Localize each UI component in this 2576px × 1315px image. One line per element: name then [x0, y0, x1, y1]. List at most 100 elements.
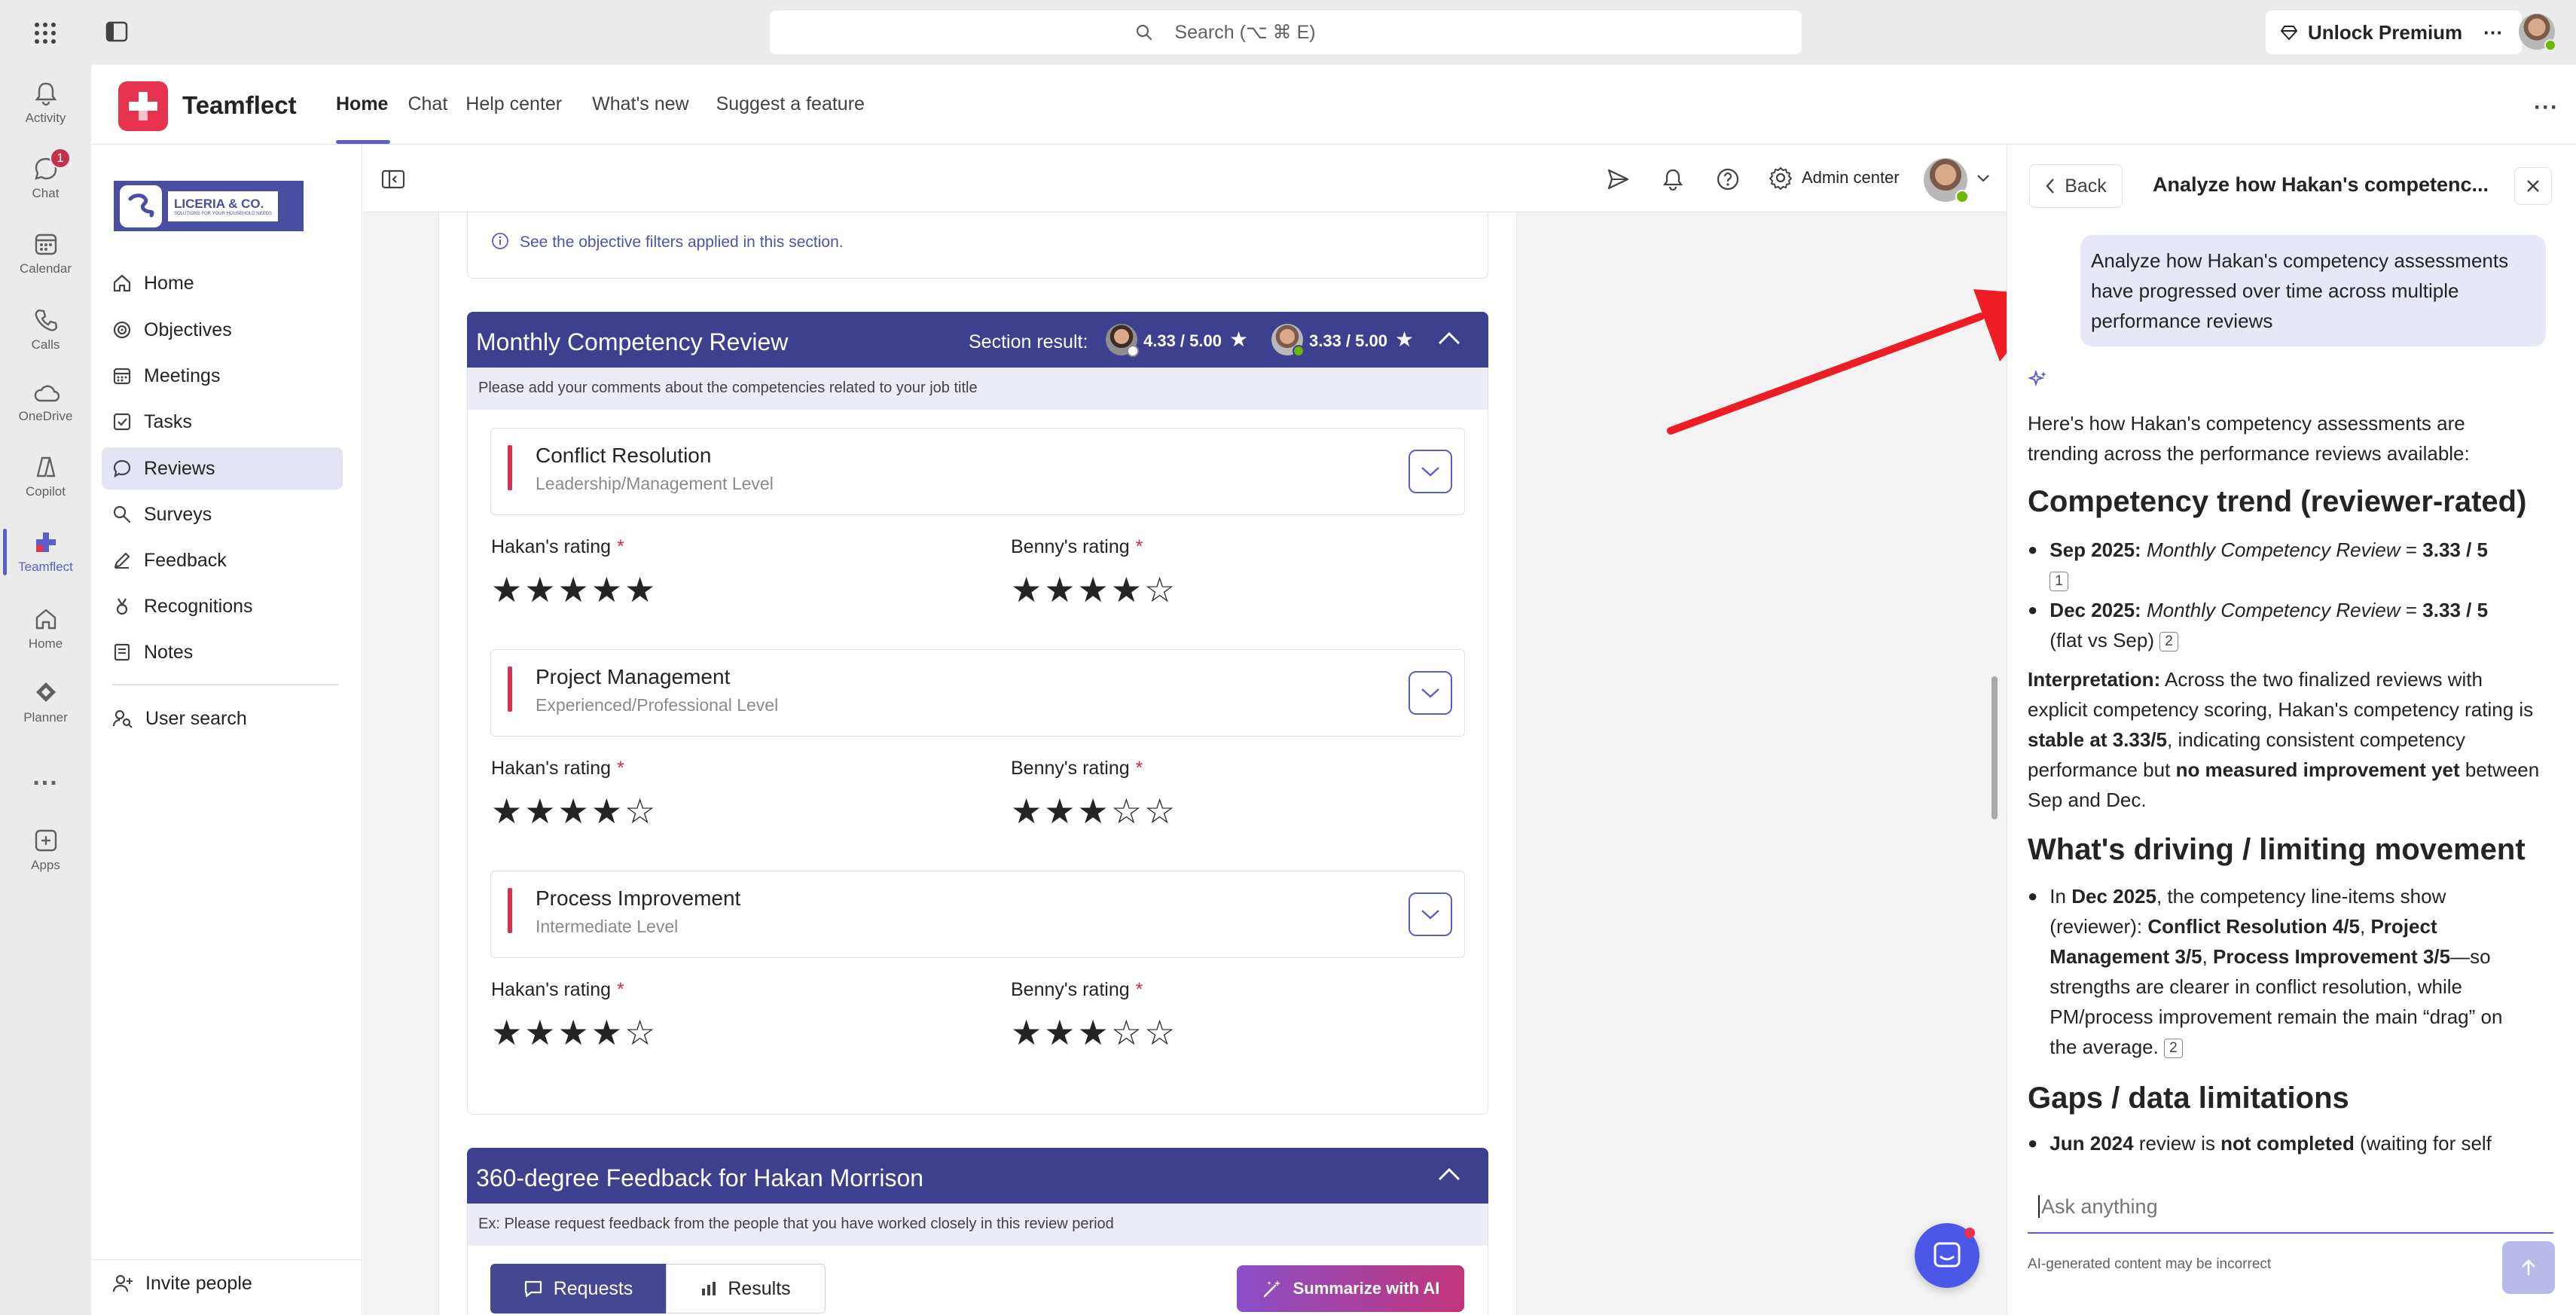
star-filled-icon[interactable]: ★ — [1044, 1012, 1075, 1053]
content-scrollbar[interactable] — [1992, 676, 1998, 819]
competency-card[interactable]: Process Improvement Intermediate Level — [490, 871, 1465, 958]
rail-item-calls[interactable]: Calls — [0, 296, 91, 364]
star-empty-icon[interactable]: ☆ — [1111, 791, 1142, 831]
expand-button[interactable] — [1409, 892, 1452, 936]
sidebar-item-objectives[interactable]: Objectives — [102, 309, 343, 351]
star-empty-icon[interactable]: ☆ — [1144, 569, 1175, 610]
star-filled-icon[interactable]: ★ — [524, 569, 555, 610]
app-launcher-icon[interactable] — [33, 21, 57, 45]
rail-item-chat[interactable]: Chat 1 — [0, 145, 91, 212]
star-filled-icon[interactable]: ★ — [591, 791, 622, 831]
star-filled-icon[interactable]: ★ — [491, 1012, 522, 1053]
ask-input-box[interactable] — [2028, 1181, 2553, 1234]
planner-icon — [35, 682, 56, 702]
star-filled-icon[interactable]: ★ — [1078, 569, 1109, 610]
rail-item-apps[interactable]: Apps — [0, 816, 91, 884]
collapse-section-icon[interactable] — [1437, 330, 1461, 346]
user-avatar[interactable] — [2519, 14, 2556, 51]
star-empty-icon[interactable]: ☆ — [1144, 1012, 1175, 1053]
star-filled-icon[interactable]: ★ — [558, 791, 589, 831]
invite-people-button[interactable]: Invite people — [102, 1262, 343, 1304]
star-filled-icon[interactable]: ★ — [1078, 791, 1109, 831]
results-tab[interactable]: Results — [666, 1264, 826, 1313]
star-filled-icon[interactable]: ★ — [1011, 791, 1042, 831]
notifications-icon[interactable] — [1662, 167, 1684, 191]
rail-item-teamflect[interactable]: Teamflect — [0, 518, 91, 586]
objective-filter-link[interactable]: See the objective filters applied in thi… — [520, 233, 844, 252]
star-filled-icon[interactable]: ★ — [624, 569, 655, 610]
sidebar-item-meetings[interactable]: Meetings — [102, 355, 343, 397]
sidebar-item-recognitions[interactable]: Recognitions — [102, 585, 343, 627]
star-filled-icon[interactable]: ★ — [1011, 569, 1042, 610]
star-empty-icon[interactable]: ☆ — [1144, 791, 1175, 831]
tab-home[interactable]: Home — [336, 93, 388, 115]
rail-item-onedrive[interactable]: OneDrive — [0, 369, 91, 437]
competency-card[interactable]: Project Management Experienced/Professio… — [490, 649, 1465, 737]
citation[interactable]: 1 — [2050, 572, 2068, 592]
chevron-down-icon[interactable] — [1976, 173, 1990, 184]
star-filled-icon[interactable]: ★ — [1044, 791, 1075, 831]
star-filled-icon[interactable]: ★ — [524, 791, 555, 831]
star-filled-icon[interactable]: ★ — [1111, 569, 1142, 610]
star-rating[interactable]: ★★★★☆ — [491, 1012, 658, 1053]
collapse-sidebar-icon[interactable] — [381, 169, 405, 190]
star-empty-icon[interactable]: ☆ — [624, 791, 655, 831]
star-rating[interactable]: ★★★★★ — [491, 569, 658, 610]
star-filled-icon[interactable]: ★ — [491, 569, 522, 610]
competency-card[interactable]: Conflict Resolution Leadership/Managemen… — [490, 428, 1465, 515]
send-icon[interactable] — [1606, 167, 1630, 191]
star-rating[interactable]: ★★★★☆ — [1011, 569, 1177, 610]
star-rating[interactable]: ★★★☆☆ — [1011, 1012, 1177, 1053]
summarize-with-ai-button[interactable]: Summarize with AI — [1237, 1265, 1464, 1312]
star-empty-icon[interactable]: ☆ — [1111, 1012, 1142, 1053]
sidebar-item-tasks[interactable]: Tasks — [102, 401, 343, 443]
star-empty-icon[interactable]: ☆ — [624, 1012, 655, 1053]
admin-center-button[interactable]: Admin center — [1769, 166, 1900, 190]
citation[interactable]: 2 — [2164, 1039, 2183, 1059]
send-message-button[interactable] — [2502, 1241, 2555, 1294]
tab-suggest-feature[interactable]: Suggest a feature — [716, 93, 865, 115]
rail-item-planner[interactable]: Planner — [0, 669, 91, 737]
tab-whats-new[interactable]: What's new — [592, 93, 688, 115]
star-rating[interactable]: ★★★★☆ — [491, 791, 658, 831]
support-chat-button[interactable] — [1915, 1223, 1979, 1288]
star-filled-icon[interactable]: ★ — [491, 791, 522, 831]
star-filled-icon[interactable]: ★ — [591, 1012, 622, 1053]
close-panel-button[interactable] — [2514, 167, 2552, 205]
help-icon[interactable] — [1716, 167, 1740, 191]
sidebar-item-reviews[interactable]: Reviews — [102, 447, 343, 490]
star-filled-icon[interactable]: ★ — [558, 569, 589, 610]
star-filled-icon[interactable]: ★ — [1078, 1012, 1109, 1053]
star-rating[interactable]: ★★★☆☆ — [1011, 791, 1177, 831]
requests-tab[interactable]: Requests — [490, 1264, 666, 1313]
star-filled-icon[interactable]: ★ — [1011, 1012, 1042, 1053]
more-icon[interactable]: ··· — [2483, 21, 2503, 44]
ask-input[interactable] — [2041, 1194, 2493, 1219]
more-options-icon[interactable]: ··· — [2534, 95, 2559, 121]
unlock-premium-button[interactable]: Unlock Premium ··· — [2266, 11, 2522, 54]
rail-item-home[interactable]: Home — [0, 595, 91, 663]
tab-chat[interactable]: Chat — [407, 93, 447, 115]
sidebar-item-user-search[interactable]: User search — [102, 697, 343, 740]
sidebar-item-notes[interactable]: Notes — [102, 631, 343, 673]
star-filled-icon[interactable]: ★ — [558, 1012, 589, 1053]
star-filled-icon[interactable]: ★ — [1044, 569, 1075, 610]
rail-item-copilot[interactable]: Copilot — [0, 443, 91, 511]
search-box[interactable]: Search (⌥ ⌘ E) — [770, 11, 1802, 54]
sidebar-item-feedback[interactable]: Feedback — [102, 539, 343, 581]
rail-item-calendar[interactable]: Calendar — [0, 220, 91, 288]
rail-item-more[interactable]: ... — [0, 750, 91, 818]
star-filled-icon[interactable]: ★ — [524, 1012, 555, 1053]
collapse-section-icon[interactable] — [1437, 1166, 1461, 1182]
citation[interactable]: 2 — [2159, 632, 2178, 652]
star-filled-icon[interactable]: ★ — [591, 569, 622, 610]
back-button[interactable]: Back — [2029, 164, 2123, 208]
expand-button[interactable] — [1409, 671, 1452, 715]
rail-item-activity[interactable]: Activity — [0, 69, 91, 137]
sidebar-item-home[interactable]: Home — [102, 262, 343, 304]
sidebar-toggle-icon[interactable] — [105, 21, 128, 42]
tab-help-center[interactable]: Help center — [465, 93, 562, 115]
sidebar-item-surveys[interactable]: Surveys — [102, 493, 343, 535]
profile-avatar[interactable] — [1924, 158, 1969, 203]
expand-button[interactable] — [1409, 450, 1452, 493]
